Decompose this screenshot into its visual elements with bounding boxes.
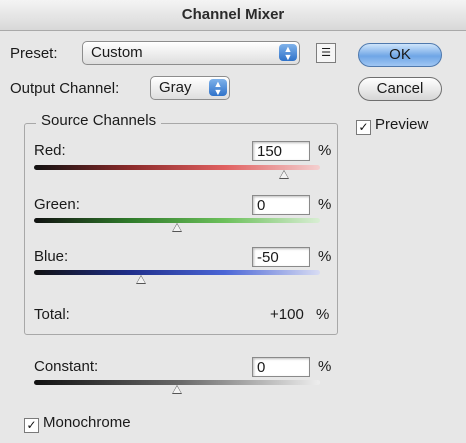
blue-value-field[interactable]: -50 (252, 247, 310, 267)
total-value: +100 (270, 306, 304, 323)
constant-percent: % (318, 358, 332, 375)
green-percent: % (318, 196, 332, 213)
checkmark-icon: ✓ (24, 418, 39, 433)
total-label: Total: (34, 306, 70, 323)
channel-mixer-dialog: Channel Mixer Preset: Custom ▲ ▼ ☰ Output… (0, 0, 466, 443)
preset-label: Preset: (10, 45, 58, 62)
preview-checkbox[interactable]: ✓ Preview (356, 116, 428, 135)
red-value-field[interactable]: 150 (252, 141, 310, 161)
up-down-arrows-icon: ▲ ▼ (279, 44, 297, 62)
blue-percent: % (318, 248, 332, 265)
constant-label: Constant: (34, 358, 99, 375)
ok-button[interactable]: OK (358, 43, 442, 67)
cancel-button[interactable]: Cancel (358, 77, 442, 101)
constant-slider-thumb[interactable] (172, 385, 182, 394)
blue-label: Blue: (34, 248, 69, 265)
output-channel-dropdown[interactable]: Gray ▲ ▼ (150, 76, 230, 100)
red-slider-track[interactable] (34, 165, 320, 170)
blue-slider-thumb[interactable] (136, 275, 147, 284)
output-channel-label: Output Channel: (10, 80, 120, 97)
green-label: Green: (34, 196, 80, 213)
total-percent: % (316, 306, 330, 323)
constant-value-field[interactable]: 0 (252, 357, 310, 377)
preset-value: Custom (91, 44, 143, 61)
up-down-arrows-icon: ▲ ▼ (209, 79, 227, 97)
monochrome-checkbox[interactable]: ✓ Monochrome (24, 414, 131, 433)
green-value-field[interactable]: 0 (252, 195, 310, 215)
monochrome-label: Monochrome (43, 414, 131, 431)
output-channel-value: Gray (159, 79, 192, 96)
red-slider-thumb[interactable] (279, 170, 290, 179)
list-menu-icon[interactable]: ☰ (316, 43, 336, 63)
green-slider-thumb[interactable] (172, 223, 182, 232)
preview-label: Preview (375, 116, 429, 133)
red-label: Red: (34, 142, 66, 159)
checkmark-icon: ✓ (356, 120, 371, 135)
blue-slider-track[interactable] (34, 270, 320, 275)
window-title: Channel Mixer (0, 0, 466, 31)
red-percent: % (318, 142, 332, 159)
source-channels-title: Source Channels (36, 112, 162, 129)
preset-dropdown[interactable]: Custom ▲ ▼ (82, 41, 300, 65)
